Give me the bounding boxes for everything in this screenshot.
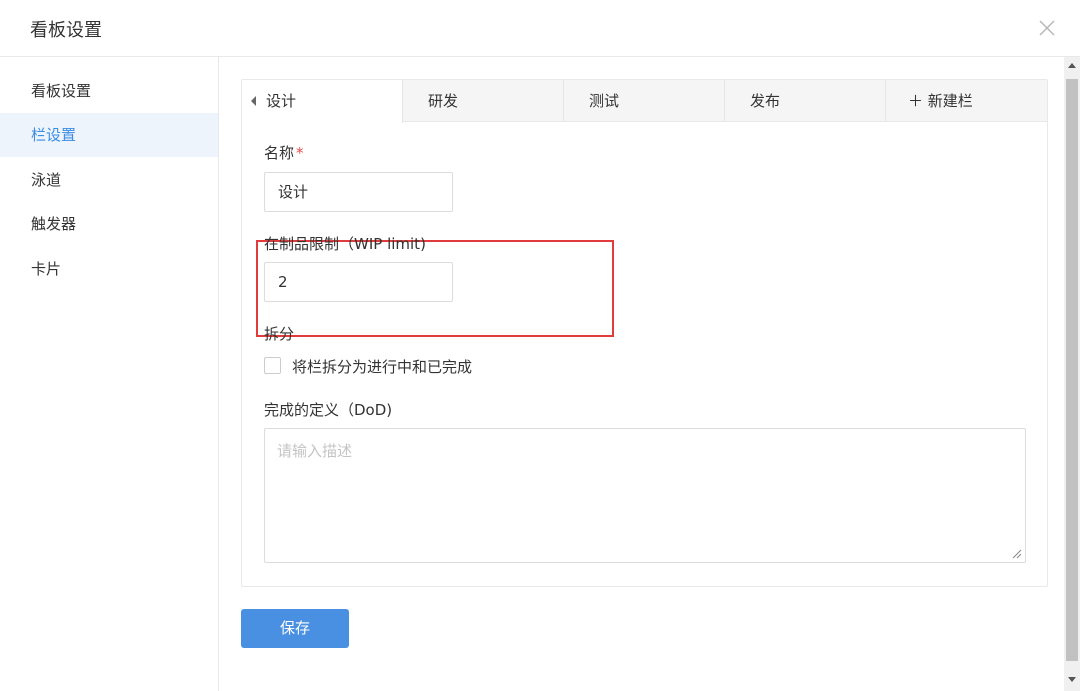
sidebar-item-triggers[interactable]: 触发器 [0,202,218,246]
tab-design[interactable]: 设计 [242,80,403,123]
tab-development[interactable]: 研发 [403,80,564,122]
column-settings-content: 设计 研发 测试 发布 ＋ 新建栏 名称 * 设计 在制品限制（WIP limit… [219,57,1064,691]
wip-limit-input[interactable]: 2 [264,262,453,302]
resize-handle-icon[interactable] [1012,549,1022,559]
tab-release[interactable]: 发布 [725,80,886,122]
sidebar-item-swimlanes[interactable]: 泳道 [0,158,218,202]
name-label: 名称 * [264,142,304,163]
tab-testing[interactable]: 测试 [564,80,725,122]
sidebar-item-column-settings[interactable]: 栏设置 [0,113,218,157]
dod-textarea[interactable]: 请输入描述 [264,428,1026,563]
settings-sidebar: 看板设置 栏设置 泳道 触发器 卡片 [0,57,219,691]
column-tabs: 设计 研发 测试 发布 ＋ 新建栏 [242,80,1047,123]
split-checkbox[interactable] [264,357,281,374]
wip-limit-label: 在制品限制（WIP limit) [264,235,426,253]
dod-label: 完成的定义（DoD) [264,401,393,419]
required-mark: * [296,144,304,162]
scrollbar-thumb[interactable] [1066,79,1078,661]
close-icon[interactable] [1036,17,1058,39]
tab-label: 设计 [266,92,297,110]
dod-placeholder: 请输入描述 [277,442,353,460]
column-editor-panel: 设计 研发 测试 发布 ＋ 新建栏 名称 * 设计 在制品限制（WIP limit… [241,79,1048,587]
vertical-scrollbar[interactable] [1064,57,1080,691]
sidebar-item-board-settings[interactable]: 看板设置 [0,69,218,113]
sidebar-item-cards[interactable]: 卡片 [0,247,218,291]
scroll-down-icon[interactable] [1068,677,1076,682]
scroll-left-icon[interactable] [251,96,256,106]
dialog-header: 看板设置 [0,0,1080,57]
name-label-text: 名称 [264,144,295,162]
split-label: 拆分 [264,325,295,343]
dialog-title: 看板设置 [30,20,102,41]
name-input[interactable]: 设计 [264,172,453,212]
split-checkbox-label[interactable]: 将栏拆分为进行中和已完成 [292,356,472,377]
save-button[interactable]: 保存 [241,609,349,648]
tab-add-column[interactable]: ＋ 新建栏 [886,80,1047,122]
scroll-up-icon[interactable] [1068,63,1076,68]
